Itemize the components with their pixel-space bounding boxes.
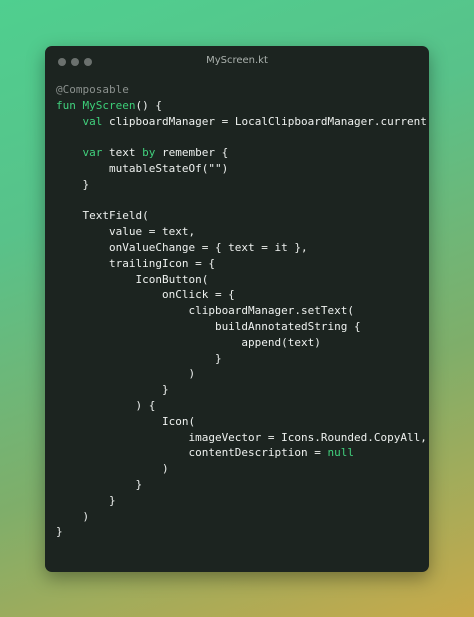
code-token: contentDescription =	[56, 446, 328, 460]
code-token: )	[56, 367, 196, 381]
code-token: fun	[56, 98, 76, 112]
code-token: append(text)	[56, 335, 321, 349]
code-token: MyScreen	[82, 98, 136, 112]
code-line: )	[56, 366, 429, 382]
code-line: contentDescription = null	[56, 445, 429, 461]
code-token: clipboardManager = LocalClipboardManager…	[102, 114, 427, 128]
code-line: imageVector = Icons.Rounded.CopyAll,	[56, 430, 429, 446]
code-line: mutableStateOf("")	[56, 161, 429, 177]
code-line: TextField(	[56, 208, 429, 224]
code-token: ) {	[56, 398, 156, 412]
code-line: )	[56, 509, 429, 525]
code-token: }	[56, 525, 63, 539]
code-token: var	[82, 146, 103, 160]
code-line: onClick = {	[56, 287, 429, 303]
code-token: TextField(	[56, 209, 149, 223]
code-token: }	[56, 177, 90, 191]
code-token: by	[142, 146, 156, 160]
window-title: MyScreen.kt	[206, 55, 268, 66]
code-block: @Composable fun MyScreen() { val clipboar…	[56, 82, 429, 540]
code-token: }	[56, 493, 116, 507]
code-token: }	[56, 477, 143, 491]
code-line: buildAnnotatedString {	[56, 319, 429, 335]
code-line: Icon(	[56, 414, 429, 430]
code-line: )	[56, 461, 429, 477]
code-token: clipboardManager.setText(	[56, 304, 355, 318]
code-token: imageVector = Icons.Rounded.CopyAll,	[56, 430, 427, 444]
code-token: text	[102, 146, 143, 160]
code-line: onValueChange = { text = it },	[56, 240, 429, 256]
code-line: @Composable	[56, 82, 429, 98]
code-token: @Composable	[56, 83, 129, 96]
window-titlebar: MyScreen.kt	[45, 46, 429, 76]
code-line: }	[56, 493, 429, 509]
code-token: IconButton(	[56, 272, 209, 286]
code-token: onValueChange = { text = it },	[56, 240, 308, 254]
code-line: ) {	[56, 398, 429, 414]
code-line: }	[56, 351, 429, 367]
code-token: buildAnnotatedString {	[56, 319, 361, 333]
code-line: IconButton(	[56, 272, 429, 288]
code-line: var text by remember {	[56, 145, 429, 161]
code-token: )	[56, 509, 90, 523]
code-token: }	[56, 383, 169, 397]
code-token: remember {	[155, 146, 229, 160]
code-token: value = text,	[56, 225, 196, 239]
code-line: append(text)	[56, 335, 429, 351]
code-token: Icon(	[56, 414, 196, 428]
code-window: MyScreen.kt @Composable fun MyScreen() { …	[45, 46, 429, 572]
code-line: }	[56, 477, 429, 493]
code-line: value = text,	[56, 224, 429, 240]
code-line: }	[56, 177, 429, 193]
code-line: val clipboardManager = LocalClipboardMan…	[56, 114, 429, 130]
code-token: val	[82, 114, 103, 128]
code-line: }	[56, 382, 429, 398]
code-token: }	[56, 351, 222, 365]
code-token: () {	[135, 98, 162, 112]
code-token: trailingIcon = {	[56, 256, 215, 270]
code-line: trailingIcon = {	[56, 256, 429, 272]
code-line: }	[56, 524, 429, 540]
code-token: )	[56, 462, 169, 476]
code-token: null	[327, 446, 355, 460]
code-line: fun MyScreen() {	[56, 98, 429, 114]
code-token: mutableStateOf("")	[56, 161, 229, 175]
code-token: onClick = {	[56, 288, 235, 302]
code-line: clipboardManager.setText(	[56, 303, 429, 319]
